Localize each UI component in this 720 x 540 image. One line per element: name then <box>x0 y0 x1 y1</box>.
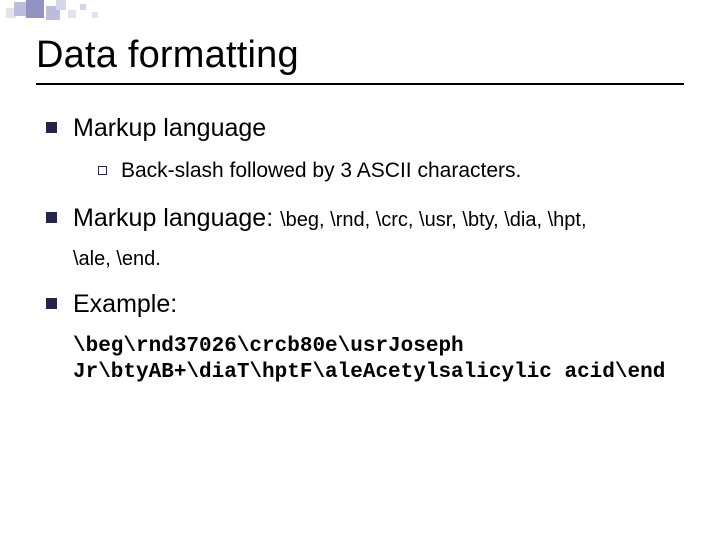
bullet-1-text: Markup language <box>73 113 266 144</box>
square-bullet-icon <box>46 122 57 133</box>
decor-square <box>68 10 76 18</box>
square-bullet-icon <box>46 298 57 309</box>
square-bullet-icon <box>46 212 57 223</box>
decor-square <box>26 0 44 18</box>
bullet-3-text: Example: <box>73 289 177 320</box>
bullet-1-sub: Back-slash followed by 3 ASCII character… <box>98 158 684 184</box>
bullet-1-sub-text: Back-slash followed by 3 ASCII character… <box>121 158 521 184</box>
example-code: \beg\rnd37026\crcb80e\usrJoseph Jr\btyAB… <box>73 334 684 387</box>
bullet-2-continuation: \ale, \end. <box>73 248 684 271</box>
decor-square <box>80 4 86 10</box>
slide-title: Data formatting <box>36 34 684 77</box>
slide-decor <box>0 0 720 24</box>
title-rule <box>36 83 684 85</box>
bullet-2-main: Markup language: <box>73 204 280 232</box>
bullet-1: Markup language <box>46 113 684 144</box>
decor-square <box>92 12 98 18</box>
bullet-2-tags: \beg, \rnd, \crc, \usr, \bty, \dia, \hpt… <box>280 209 586 231</box>
hollow-square-bullet-icon <box>98 166 107 175</box>
bullet-3: Example: <box>46 289 684 320</box>
slide-body: Data formatting Markup language Back-sla… <box>0 0 720 387</box>
decor-square <box>56 0 66 10</box>
bullet-2-text: Markup language: \beg, \rnd, \crc, \usr,… <box>73 203 587 234</box>
bullet-2: Markup language: \beg, \rnd, \crc, \usr,… <box>46 203 684 234</box>
